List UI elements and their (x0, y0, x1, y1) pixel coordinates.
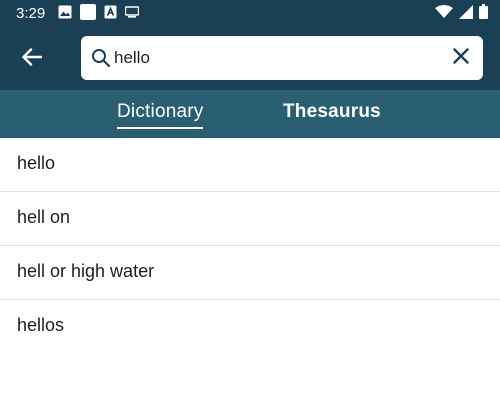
search-input[interactable] (114, 42, 434, 74)
square-icon (80, 3, 96, 25)
back-button[interactable] (14, 41, 50, 77)
active-tab-indicator (117, 127, 204, 129)
search-icon (91, 48, 111, 68)
search-box[interactable] (81, 36, 483, 80)
list-item-text: hello (17, 153, 56, 173)
tab-dictionary[interactable]: Dictionary (117, 101, 204, 129)
tab-bar: Dictionary Thesaurus (0, 90, 500, 138)
clear-search-button[interactable] (449, 46, 473, 70)
list-item-text: hellos (17, 315, 65, 335)
tab-thesaurus[interactable]: Thesaurus (283, 101, 381, 127)
close-icon (453, 47, 469, 69)
battery-icon (479, 4, 488, 24)
status-bar: 3:29 (0, 0, 500, 28)
notification-icon (104, 5, 117, 24)
image-icon (58, 5, 72, 24)
signal-icon (459, 4, 473, 24)
suggestion-list: hello hell on hell or high water hellos (0, 138, 500, 353)
list-item[interactable]: hell or high water (0, 246, 500, 300)
tab-dictionary-label: Dictionary (117, 101, 204, 122)
status-system-icons (435, 4, 488, 24)
cast-icon (124, 5, 140, 23)
list-item[interactable]: hello (0, 138, 500, 192)
search-toolbar (0, 28, 500, 90)
list-item-text: hell on (17, 207, 71, 227)
list-item-text: hell or high water (17, 261, 155, 281)
list-item[interactable]: hellos (0, 300, 500, 353)
status-time: 3:29 (16, 5, 46, 22)
list-item[interactable]: hell on (0, 192, 500, 246)
status-notification-icons (58, 3, 140, 25)
wifi-icon (435, 4, 453, 24)
arrow-left-icon (22, 47, 43, 71)
tab-thesaurus-label: Thesaurus (283, 101, 381, 122)
